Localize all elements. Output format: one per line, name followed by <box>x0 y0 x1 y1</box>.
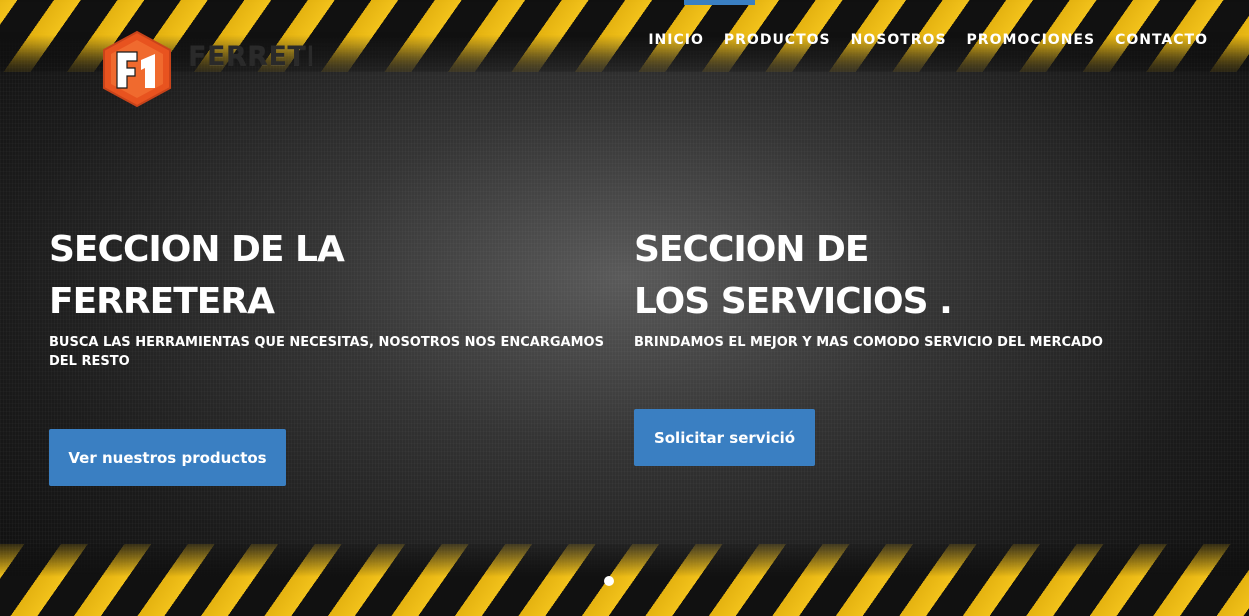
ferretera-title-line2: FERRETERA <box>49 281 275 322</box>
logo-icon[interactable] <box>101 30 173 108</box>
servicios-title-line2: LOS SERVICIOS . <box>634 281 953 322</box>
ferretera-title-line1: SECCION DE LA <box>49 229 345 270</box>
brand-name[interactable]: FERRETERA <box>188 41 312 72</box>
ver-productos-button[interactable]: Ver nuestros productos <box>49 429 286 486</box>
servicios-title-line1: SECCION DE <box>634 229 869 270</box>
solicitar-servicio-button[interactable]: Solicitar servició <box>634 409 815 466</box>
main-nav: INICIO PRODUCTOS NOSOTROS PROMOCIONES CO… <box>648 31 1208 49</box>
nav-item-promociones[interactable]: PROMOCIONES <box>967 31 1096 49</box>
nav-item-productos[interactable]: PRODUCTOS <box>724 31 831 49</box>
servicios-subtitle: BRINDAMOS EL MEJOR Y MAS COMODO SERVICIO… <box>634 335 1103 350</box>
nav-item-nosotros[interactable]: NOSOTROS <box>851 31 947 49</box>
active-indicator <box>684 0 755 5</box>
hazard-stripe-bottom <box>0 544 1249 616</box>
ferretera-subtitle: BUSCA LAS HERRAMIENTAS QUE NECESITAS, NO… <box>49 335 604 369</box>
nav-item-inicio[interactable]: INICIO <box>648 31 704 49</box>
nav-item-contacto[interactable]: CONTACTO <box>1115 31 1208 49</box>
hero-banner: FERRETERA INICIO PRODUCTOS NOSOTROS PROM… <box>0 0 1249 616</box>
carousel-dot[interactable] <box>604 576 614 586</box>
